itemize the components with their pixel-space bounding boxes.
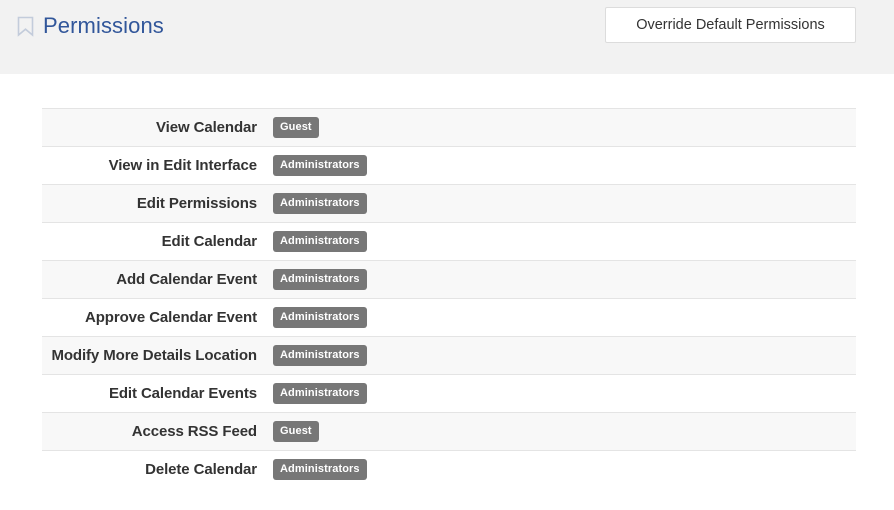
table-row: View Calendar Guest (42, 108, 856, 146)
status-badge[interactable]: Administrators (273, 459, 367, 480)
permission-label: View Calendar (156, 119, 257, 136)
permission-badge-cell: Administrators (273, 155, 856, 176)
permission-badge-cell: Guest (273, 117, 856, 138)
status-badge[interactable]: Administrators (273, 231, 367, 252)
permission-label: Modify More Details Location (51, 347, 257, 364)
status-badge[interactable]: Guest (273, 421, 319, 442)
permission-badge-cell: Administrators (273, 231, 856, 252)
table-row: Edit Permissions Administrators (42, 184, 856, 222)
page-title: Permissions (43, 13, 164, 38)
permission-label: Edit Calendar (161, 233, 257, 250)
status-badge[interactable]: Administrators (273, 269, 367, 290)
permission-label: View in Edit Interface (108, 157, 258, 174)
page-header: Permissions Override Default Permissions (0, 0, 894, 74)
override-default-permissions-button[interactable]: Override Default Permissions (605, 7, 856, 43)
table-row: Edit Calendar Administrators (42, 222, 856, 260)
permission-label: Delete Calendar (145, 461, 257, 478)
permission-label: Edit Permissions (136, 195, 257, 212)
permission-badge-cell: Administrators (273, 383, 856, 404)
permission-label: Add Calendar Event (116, 271, 257, 288)
status-badge[interactable]: Guest (273, 117, 319, 138)
permission-badge-cell: Guest (273, 421, 856, 442)
permission-label: Access RSS Feed (131, 423, 257, 440)
permission-label: Approve Calendar Event (84, 309, 257, 326)
permission-badge-cell: Administrators (273, 269, 856, 290)
status-badge[interactable]: Administrators (273, 193, 367, 214)
table-row: View in Edit Interface Administrators (42, 146, 856, 184)
permission-label: Edit Calendar Events (108, 385, 257, 402)
table-row: Edit Calendar Events Administrators (42, 374, 856, 412)
page-header-title-group: Permissions (17, 13, 164, 39)
permission-badge-cell: Administrators (273, 193, 856, 214)
status-badge[interactable]: Administrators (273, 155, 367, 176)
permission-badge-cell: Administrators (273, 345, 856, 366)
permission-badge-cell: Administrators (273, 459, 856, 480)
permissions-table: View Calendar Guest View in Edit Interface… (42, 108, 856, 488)
status-badge[interactable]: Administrators (273, 345, 367, 366)
table-row: Modify More Details Location Administrato… (42, 336, 856, 374)
table-row: Approve Calendar Event Administrators (42, 298, 856, 336)
status-badge[interactable]: Administrators (273, 383, 367, 404)
permission-badge-cell: Administrators (273, 307, 856, 328)
table-row: Delete Calendar Administrators (42, 450, 856, 488)
status-badge[interactable]: Administrators (273, 307, 367, 328)
table-row: Access RSS Feed Guest (42, 412, 856, 450)
bookmark-icon (17, 16, 43, 37)
table-row: Add Calendar Event Administrators (42, 260, 856, 298)
